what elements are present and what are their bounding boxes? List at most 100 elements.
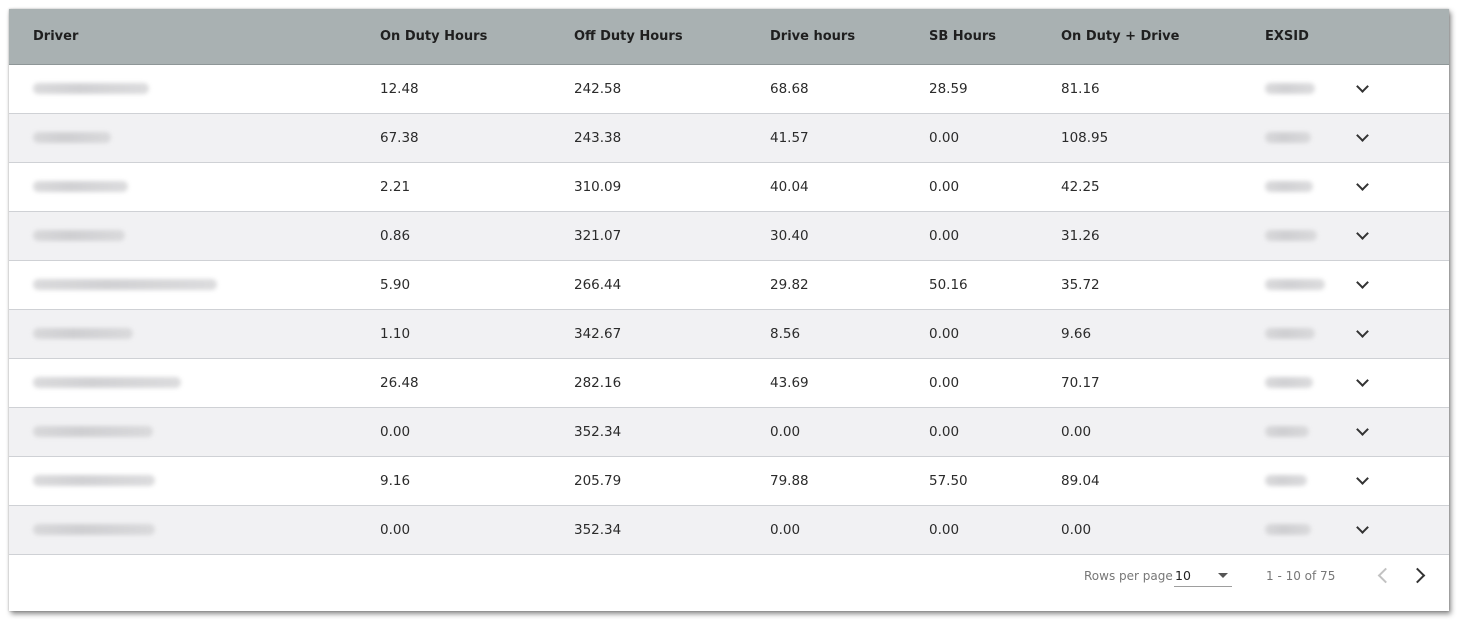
pagination-footer: Rows per page 10 1 - 10 of 75 (9, 553, 1449, 611)
chevron-down-icon[interactable] (1355, 81, 1371, 97)
table-row[interactable]: 67.38 243.38 41.57 0.00 108.95 (9, 113, 1449, 163)
on-duty-plus-drive-cell: 42.25 (1037, 162, 1241, 212)
column-header-on-duty-plus-drive[interactable]: On Duty + Drive (1037, 9, 1241, 65)
on-duty-hours-cell: 0.86 (356, 211, 550, 261)
column-header-driver[interactable]: Driver (9, 9, 356, 65)
driver-name-redacted (9, 260, 356, 310)
column-header-exsid[interactable]: EXSID (1241, 9, 1343, 65)
sb-hours-cell: 0.00 (905, 309, 1037, 359)
chevron-down-icon[interactable] (1355, 473, 1371, 489)
sb-hours-cell: 0.00 (905, 358, 1037, 408)
on-duty-plus-drive-cell: 31.26 (1037, 211, 1241, 261)
table-row[interactable]: 5.90 266.44 29.82 50.16 35.72 (9, 260, 1449, 310)
off-duty-hours-cell: 205.79 (550, 456, 746, 506)
sb-hours-cell: 0.00 (905, 162, 1037, 212)
off-duty-hours-cell: 342.67 (550, 309, 746, 359)
on-duty-hours-cell: 26.48 (356, 358, 550, 408)
sb-hours-cell: 0.00 (905, 211, 1037, 261)
chevron-down-icon[interactable] (1355, 326, 1371, 342)
pagination-range: 1 - 10 of 75 (1266, 569, 1336, 583)
caret-down-icon (1218, 573, 1228, 578)
chevron-left-icon[interactable] (1371, 563, 1395, 587)
on-duty-hours-cell: 0.00 (356, 407, 550, 457)
rows-per-page-value: 10 (1175, 568, 1191, 583)
exsid-redacted (1241, 309, 1343, 359)
off-duty-hours-cell: 242.58 (550, 64, 746, 114)
sb-hours-cell: 57.50 (905, 456, 1037, 506)
drive-hours-cell: 30.40 (746, 211, 905, 261)
drive-hours-cell: 29.82 (746, 260, 905, 310)
exsid-redacted (1241, 162, 1343, 212)
driver-hours-table: Driver On Duty Hours Off Duty Hours Driv… (9, 9, 1449, 555)
on-duty-hours-cell: 12.48 (356, 64, 550, 114)
column-header-on-duty-hours[interactable]: On Duty Hours (356, 9, 550, 65)
exsid-redacted (1241, 113, 1343, 163)
on-duty-plus-drive-cell: 89.04 (1037, 456, 1241, 506)
chevron-down-icon[interactable] (1355, 277, 1371, 293)
driver-name-redacted (9, 64, 356, 114)
on-duty-hours-cell: 0.00 (356, 505, 550, 555)
on-duty-plus-drive-cell: 0.00 (1037, 407, 1241, 457)
driver-name-redacted (9, 505, 356, 555)
on-duty-plus-drive-cell: 70.17 (1037, 358, 1241, 408)
exsid-redacted (1241, 64, 1343, 114)
driver-hours-table-card: Driver On Duty Hours Off Duty Hours Driv… (9, 9, 1449, 611)
drive-hours-cell: 43.69 (746, 358, 905, 408)
table-row[interactable]: 26.48 282.16 43.69 0.00 70.17 (9, 358, 1449, 408)
table-row[interactable]: 0.00 352.34 0.00 0.00 0.00 (9, 407, 1449, 457)
off-duty-hours-cell: 321.07 (550, 211, 746, 261)
rows-per-page-select[interactable]: 10 (1174, 565, 1232, 587)
chevron-down-icon[interactable] (1355, 375, 1371, 391)
chevron-down-icon[interactable] (1355, 179, 1371, 195)
exsid-redacted (1241, 505, 1343, 555)
drive-hours-cell: 41.57 (746, 113, 905, 163)
drive-hours-cell: 68.68 (746, 64, 905, 114)
drive-hours-cell: 40.04 (746, 162, 905, 212)
driver-name-redacted (9, 309, 356, 359)
off-duty-hours-cell: 282.16 (550, 358, 746, 408)
exsid-redacted (1241, 260, 1343, 310)
table-row[interactable]: 0.00 352.34 0.00 0.00 0.00 (9, 505, 1449, 555)
on-duty-hours-cell: 2.21 (356, 162, 550, 212)
chevron-down-icon[interactable] (1355, 522, 1371, 538)
off-duty-hours-cell: 310.09 (550, 162, 746, 212)
off-duty-hours-cell: 352.34 (550, 505, 746, 555)
column-header-off-duty-hours[interactable]: Off Duty Hours (550, 9, 746, 65)
table-row[interactable]: 12.48 242.58 68.68 28.59 81.16 (9, 64, 1449, 114)
on-duty-hours-cell: 9.16 (356, 456, 550, 506)
driver-name-redacted (9, 113, 356, 163)
table-row[interactable]: 2.21 310.09 40.04 0.00 42.25 (9, 162, 1449, 212)
chevron-down-icon[interactable] (1355, 424, 1371, 440)
driver-name-redacted (9, 211, 356, 261)
exsid-redacted (1241, 358, 1343, 408)
on-duty-hours-cell: 1.10 (356, 309, 550, 359)
on-duty-plus-drive-cell: 108.95 (1037, 113, 1241, 163)
drive-hours-cell: 0.00 (746, 407, 905, 457)
drive-hours-cell: 79.88 (746, 456, 905, 506)
table-row[interactable]: 0.86 321.07 30.40 0.00 31.26 (9, 211, 1449, 261)
drive-hours-cell: 0.00 (746, 505, 905, 555)
off-duty-hours-cell: 266.44 (550, 260, 746, 310)
rows-per-page-label: Rows per page (1084, 569, 1173, 583)
column-header-sb-hours[interactable]: SB Hours (905, 9, 1037, 65)
column-header-expand (1343, 9, 1449, 65)
sb-hours-cell: 28.59 (905, 64, 1037, 114)
chevron-down-icon[interactable] (1355, 130, 1371, 146)
table-header-row: Driver On Duty Hours Off Duty Hours Driv… (9, 9, 1449, 65)
sb-hours-cell: 0.00 (905, 505, 1037, 555)
driver-name-redacted (9, 358, 356, 408)
on-duty-hours-cell: 67.38 (356, 113, 550, 163)
on-duty-plus-drive-cell: 81.16 (1037, 64, 1241, 114)
column-header-drive-hours[interactable]: Drive hours (746, 9, 905, 65)
table-row[interactable]: 9.16 205.79 79.88 57.50 89.04 (9, 456, 1449, 506)
on-duty-plus-drive-cell: 0.00 (1037, 505, 1241, 555)
table-row[interactable]: 1.10 342.67 8.56 0.00 9.66 (9, 309, 1449, 359)
sb-hours-cell: 0.00 (905, 407, 1037, 457)
exsid-redacted (1241, 211, 1343, 261)
on-duty-plus-drive-cell: 35.72 (1037, 260, 1241, 310)
on-duty-hours-cell: 5.90 (356, 260, 550, 310)
chevron-right-icon[interactable] (1409, 563, 1433, 587)
chevron-down-icon[interactable] (1355, 228, 1371, 244)
drive-hours-cell: 8.56 (746, 309, 905, 359)
driver-name-redacted (9, 456, 356, 506)
